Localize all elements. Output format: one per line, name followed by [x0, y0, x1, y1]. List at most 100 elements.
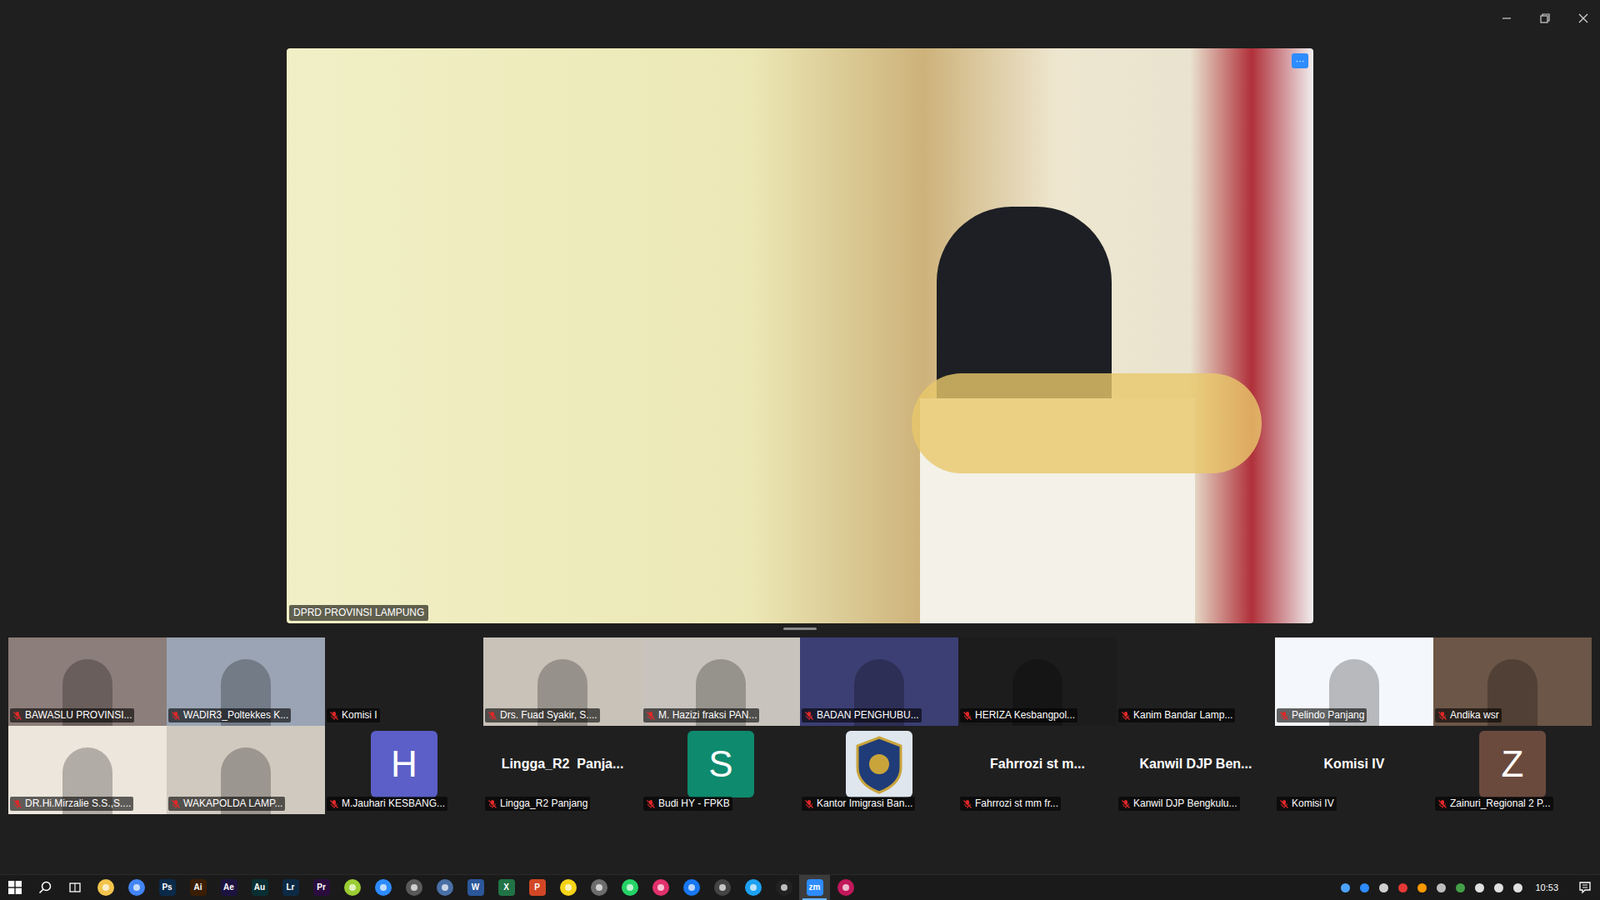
taskbar-app[interactable]: Pr	[305, 875, 337, 900]
participant-tile[interactable]: Lingga_R2 Panja... Lingga_R2 Panjang	[483, 725, 642, 815]
participant-label-text: Komisi I	[341, 709, 378, 722]
app-glyph	[102, 884, 110, 891]
participant-label-text: Andika wsr	[1450, 709, 1500, 722]
app-letter-icon: Ae	[220, 879, 238, 896]
taskbar-app[interactable]: X	[490, 875, 522, 900]
taskbar-app[interactable]	[706, 875, 738, 900]
window-controls	[1496, 10, 1594, 27]
app-icon	[405, 879, 423, 896]
minimize-icon[interactable]	[1496, 10, 1517, 27]
taskbar-app[interactable]	[398, 875, 430, 900]
windows-start-icon[interactable]	[0, 875, 30, 900]
participant-tile[interactable]: WAKAPOLDA LAMP...	[166, 725, 325, 815]
taskbar-app[interactable]	[737, 875, 769, 900]
restore-icon[interactable]	[1535, 10, 1555, 27]
muted-mic-icon	[12, 710, 23, 721]
notification-icon[interactable]	[1578, 880, 1592, 895]
participant-tile[interactable]: Komisi IVKomisi IV	[1275, 725, 1434, 815]
taskbar-app[interactable]: zm	[799, 875, 830, 900]
tray-icon[interactable]	[1435, 882, 1447, 894]
tray-icon[interactable]	[1397, 882, 1409, 894]
muted-mic-icon	[1279, 799, 1290, 810]
participant-tile[interactable]: HERIZA Kesbangpol...	[958, 637, 1117, 726]
app-icon	[683, 879, 700, 896]
taskbar-app[interactable]	[645, 875, 676, 900]
app-icon-text: Lr	[285, 883, 297, 892]
participant-tile[interactable]: SBudi HY - FPKB	[641, 725, 800, 815]
taskbar-app[interactable]: Ai	[182, 875, 214, 900]
taskbar-app[interactable]	[367, 875, 399, 900]
app-icon	[775, 879, 793, 896]
participant-tile[interactable]: HM.Jauhari KESBANG...	[325, 725, 484, 815]
participant-tile[interactable]: BADAN PENGHUBU...	[800, 637, 959, 726]
app-glyph	[595, 884, 603, 891]
taskbar-app[interactable]: Ae	[213, 875, 245, 900]
taskbar-app[interactable]	[675, 875, 707, 900]
search-icon[interactable]	[30, 875, 60, 900]
participant-tile[interactable]: Kantor Imigrasi Ban...	[800, 725, 959, 815]
taskbar-app[interactable]	[768, 875, 800, 900]
tray-icon[interactable]	[1359, 882, 1370, 894]
participant-tile[interactable]: M. Hazizi fraksi PAN...	[641, 637, 800, 726]
participant-tile[interactable]: Pelindo Panjang	[1275, 637, 1434, 726]
app-letter-icon: Lr	[282, 879, 300, 896]
participant-tile[interactable]: Kanwil DJP Ben...Kanwil DJP Bengkulu...	[1116, 725, 1275, 815]
taskbar-app[interactable]	[90, 875, 121, 900]
tray-icon[interactable]	[1474, 882, 1485, 894]
participant-label: M. Hazizi fraksi PAN...	[643, 708, 760, 723]
clock[interactable]: 10:53	[1535, 881, 1559, 894]
participant-tile[interactable]: ZZainuri_Regional 2 P...	[1433, 725, 1592, 815]
participant-label: WADIR3_Poltekkes K...	[168, 708, 291, 723]
video-menu-button[interactable]: ···	[1291, 53, 1309, 69]
tray-icon[interactable]	[1378, 882, 1390, 894]
taskbar-app[interactable]	[429, 875, 460, 900]
taskbar-app[interactable]	[552, 875, 584, 900]
participant-tile[interactable]: Kanim Bandar Lamp...	[1116, 637, 1275, 726]
speaker-name-label: DPRD PROVINSI LAMPUNG	[289, 605, 429, 621]
resize-handle[interactable]	[783, 627, 817, 630]
taskbar-app[interactable]: P	[521, 875, 553, 900]
tray-icon[interactable]	[1455, 882, 1466, 894]
participant-label: Lingga_R2 Panjang	[485, 796, 590, 811]
taskbar-app[interactable]: W	[460, 875, 491, 900]
taskbar-app[interactable]: Au	[244, 875, 275, 900]
taskbar-app[interactable]	[830, 875, 861, 900]
app-glyph	[750, 884, 757, 891]
participant-label: BAWASLU PROVINSI...	[10, 708, 135, 723]
tray-icon[interactable]	[1340, 882, 1351, 894]
participant-label: BADAN PENGHUBU...	[801, 708, 922, 723]
participant-label: Kanim Bandar Lamp...	[1118, 708, 1235, 723]
participant-tile[interactable]: DR.Hi.Mirzalie S.S.,S....	[8, 725, 167, 815]
participant-tile[interactable]: Andika wsr	[1433, 637, 1592, 726]
participant-tile[interactable]: Komisi I	[325, 637, 484, 726]
muted-mic-icon	[170, 710, 181, 721]
avatar: Z	[1479, 730, 1546, 798]
app-icon	[375, 879, 392, 896]
participant-label: Drs. Fuad Syakir, S....	[485, 708, 600, 723]
app-glyph	[410, 884, 418, 891]
taskbar-app[interactable]	[336, 875, 368, 900]
tray-icon[interactable]	[1512, 882, 1524, 894]
taskbar-app[interactable]	[120, 875, 152, 900]
close-icon[interactable]	[1573, 10, 1594, 27]
participant-label-text: M. Hazizi fraksi PAN...	[658, 709, 757, 722]
tray-icon[interactable]	[1416, 882, 1428, 894]
taskbar-app[interactable]: Ps	[151, 875, 183, 900]
task-view-icon[interactable]	[60, 875, 90, 900]
tray-icon[interactable]	[1493, 882, 1505, 894]
app-glyph	[133, 884, 140, 891]
app-icon	[652, 879, 670, 896]
flowers	[911, 373, 1262, 474]
immigration-logo-icon	[845, 730, 913, 798]
participant-tile[interactable]: BAWASLU PROVINSI...	[8, 637, 167, 726]
participant-tile[interactable]: Drs. Fuad Syakir, S....	[483, 637, 642, 726]
participant-name: Lingga_R2 Panja...	[496, 755, 630, 773]
app-icon	[745, 879, 762, 896]
taskbar-app[interactable]	[583, 875, 615, 900]
participant-tile[interactable]: WADIR3_Poltekkes K...	[166, 637, 325, 726]
taskbar-app[interactable]: Lr	[275, 875, 306, 900]
participant-label: Budi HY - FPKB	[643, 796, 733, 811]
taskbar-app[interactable]	[614, 875, 645, 900]
participant-tile[interactable]: Fahrrozi st m...Fahrrozi st mm fr...	[958, 725, 1117, 815]
app-letter-icon: W	[467, 879, 485, 896]
